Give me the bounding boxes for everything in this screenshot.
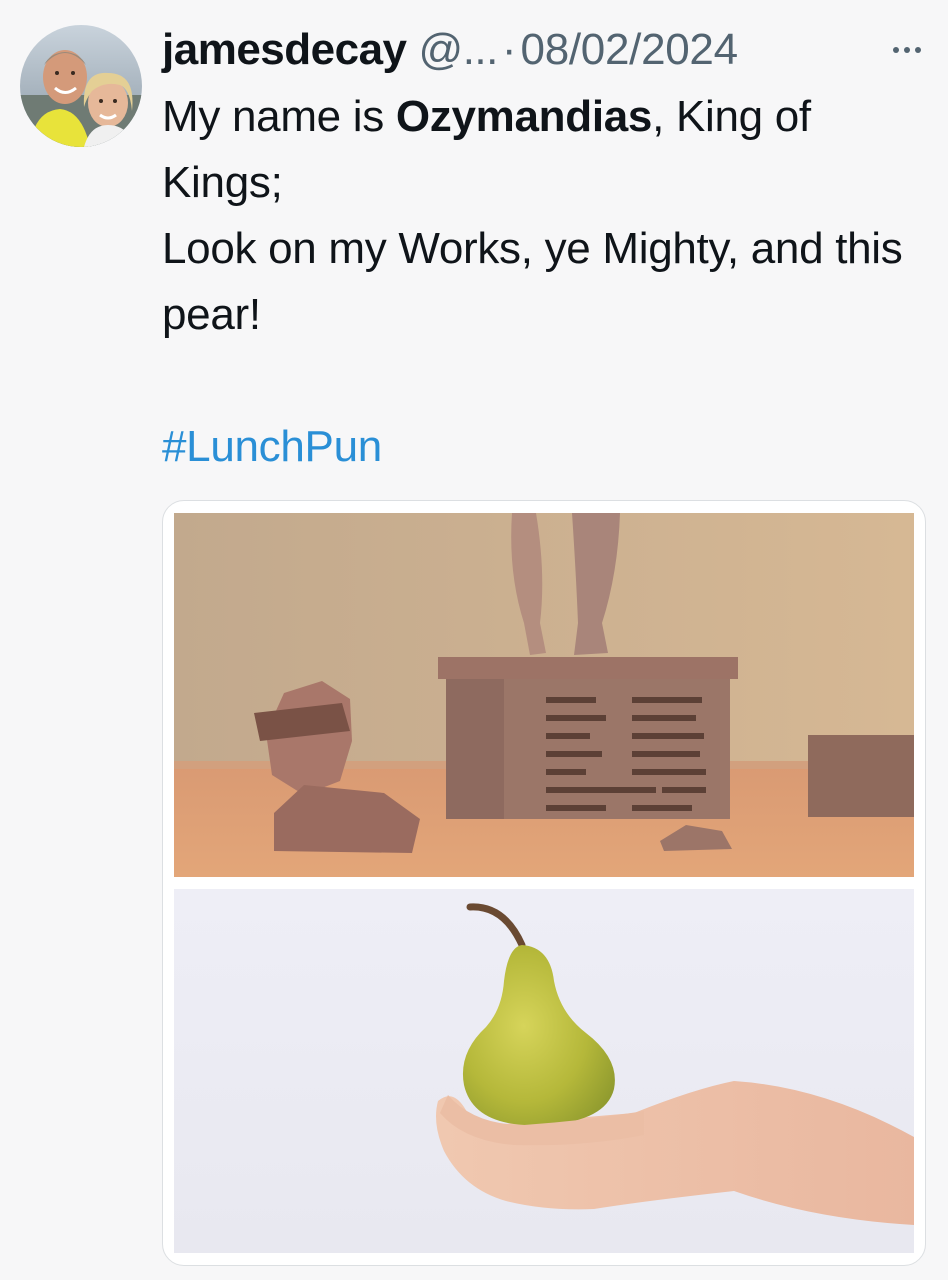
bold-text: Ozymandias — [395, 92, 653, 141]
tweet-text: My name is Ozymandias, King of Kings; Lo… — [162, 84, 932, 348]
tweet-header: jamesdecay @... · 08/02/2024 — [162, 22, 928, 78]
tweet-text-line-2: Look on my Works, ye Mighty, and this pe… — [162, 224, 903, 339]
ruined-statue-pedestal-image[interactable] — [174, 513, 914, 877]
handle[interactable]: @... — [419, 22, 499, 78]
hashtag-link[interactable]: #LunchPun — [162, 422, 382, 471]
tweet-text-line-1: My name is Ozymandias, King of Kings; — [162, 84, 932, 216]
hand-holding-pear-image[interactable] — [174, 889, 914, 1253]
separator: · — [501, 25, 517, 74]
hashtag-line: #LunchPun — [162, 414, 382, 480]
text-segment: My name is — [162, 92, 396, 141]
tweet: jamesdecay @... · 08/02/2024 My name is … — [0, 0, 948, 1280]
timestamp[interactable]: 08/02/2024 — [521, 22, 739, 78]
media-container — [162, 500, 926, 1266]
avatar[interactable] — [20, 25, 142, 147]
username[interactable]: jamesdecay — [162, 22, 407, 78]
more-dots-icon[interactable] — [886, 22, 928, 78]
